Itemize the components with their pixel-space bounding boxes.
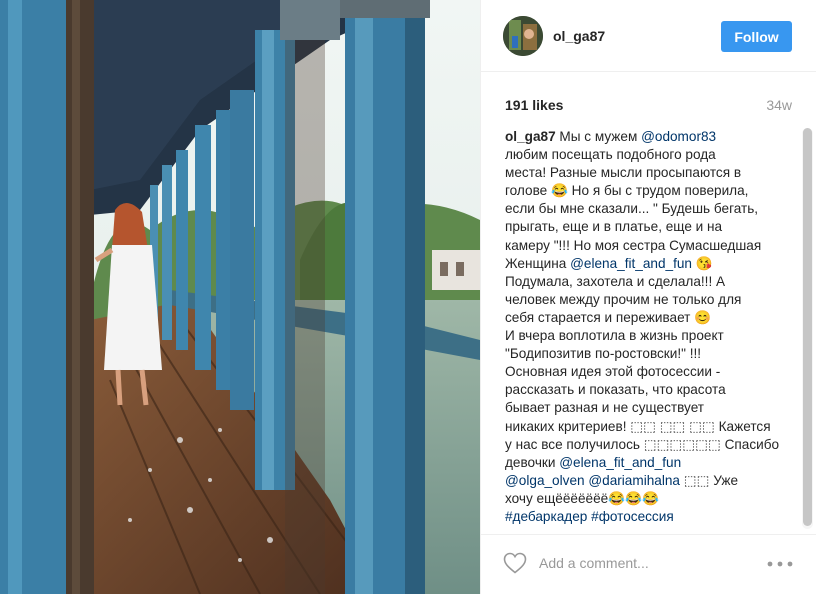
- caption-line: Основная идея этой фотосессии -: [505, 363, 795, 381]
- caption-fragment: "Бодипозитив по-ростовски!" !!!: [505, 346, 702, 362]
- post-age[interactable]: 34w: [766, 97, 792, 113]
- caption-line: @olga_olven @dariamihalna ⬚⬚ Уже: [505, 472, 795, 490]
- caption-link[interactable]: #фотосессия: [591, 509, 674, 524]
- caption-line: любим посещать подобного рода: [505, 146, 795, 164]
- avatar[interactable]: [503, 16, 543, 56]
- caption-line: прыгать, еще и в платье, еще и на: [505, 218, 795, 236]
- caption-fragment: бывает разная и не существует: [505, 400, 705, 416]
- caption-scrollbar[interactable]: [802, 128, 813, 529]
- caption-fragment: места! Разные мысли просыпаются в: [505, 165, 742, 181]
- post-photo[interactable]: [0, 0, 480, 594]
- caption-fragment: хочу ещёёёёёёё😂😂😂: [505, 490, 660, 506]
- caption-fragment: голове 😂 Но я бы с трудом поверила,: [505, 183, 749, 199]
- caption-fragment: человек между прочим не только для: [505, 291, 742, 307]
- caption-link[interactable]: #дебаркадер: [505, 509, 587, 524]
- caption-link[interactable]: @elena_fit_and_fun: [559, 455, 681, 470]
- caption-line: себя старается и переживает 😊: [505, 309, 795, 327]
- caption-fragment: Подумала, захотела и сделала!!! А: [505, 273, 726, 289]
- more-options-icon[interactable]: [767, 561, 793, 567]
- caption-fragment: никаких критериев! ⬚⬚ ⬚⬚ ⬚⬚ Кажется: [505, 418, 771, 434]
- caption-line: Женщина @elena_fit_and_fun 😘: [505, 255, 795, 273]
- username[interactable]: ol_ga87: [553, 28, 605, 44]
- likes-count[interactable]: 191 likes: [505, 97, 563, 113]
- caption-fragment: рассказать и показать, что красота: [505, 382, 726, 398]
- caption-line: никаких критериев! ⬚⬚ ⬚⬚ ⬚⬚ Кажется: [505, 418, 795, 436]
- caption-line: девочки @elena_fit_and_fun: [505, 454, 795, 472]
- caption-fragment: ⬚⬚ Уже: [679, 472, 739, 488]
- caption-line: И вчера воплотила в жизнь проект: [505, 327, 795, 345]
- caption-line: бывает разная и не существует: [505, 399, 795, 417]
- caption-line: камеру "!!! Но моя сестра Сумасшедшая: [505, 237, 795, 255]
- caption-line: рассказать и показать, что красота: [505, 381, 795, 399]
- caption-line: Подумала, захотела и сделала!!! А: [505, 273, 795, 291]
- caption-line: #дебаркадер #фотосессия: [505, 508, 795, 526]
- caption-fragment: любим посещать подобного рода: [505, 147, 716, 163]
- comment-bar: [481, 534, 816, 594]
- caption-line: места! Разные мысли просыпаются в: [505, 164, 795, 182]
- caption-fragment: 😘: [691, 255, 713, 271]
- caption-link[interactable]: @dariamihalna: [588, 473, 680, 488]
- caption-fragment: Мы с мужем: [555, 129, 642, 144]
- caption-username[interactable]: ol_ga87: [505, 129, 556, 144]
- caption-line: у нас все получилось ⬚⬚⬚⬚⬚⬚ Спасибо: [505, 436, 795, 454]
- caption-text: ol_ga87 Мы с мужем @odomor83 любим посеща…: [505, 128, 795, 526]
- follow-button[interactable]: Follow: [721, 21, 792, 52]
- caption-fragment: Основная идея этой фотосессии -: [505, 364, 721, 380]
- scrollbar-thumb[interactable]: [803, 128, 812, 526]
- caption-fragment: прыгать, еще и в платье, еще и на: [505, 219, 723, 235]
- caption-line: "Бодипозитив по-ростовски!" !!!: [505, 345, 795, 363]
- caption-fragment: девочки: [505, 454, 560, 470]
- caption-line: ol_ga87 Мы с мужем @odomor83: [505, 128, 795, 146]
- caption-link[interactable]: @odomor83: [641, 129, 716, 144]
- caption-fragment: Женщина: [505, 255, 571, 271]
- caption-fragment: камеру "!!! Но моя сестра Сумасшедшая: [505, 237, 762, 253]
- caption-line: если бы мне сказали... " Будешь бегать,: [505, 200, 795, 218]
- caption-line: человек между прочим не только для: [505, 291, 795, 309]
- heart-icon[interactable]: [503, 552, 527, 574]
- avatar-image: [503, 16, 543, 56]
- post-sidebar: ol_ga87 Follow 191 likes 34w ol_ga87 Мы …: [480, 0, 816, 594]
- caption-fragment: себя старается и переживает 😊: [505, 309, 712, 325]
- caption-link[interactable]: @olga_olven: [505, 473, 585, 488]
- post-header: ol_ga87 Follow: [481, 0, 816, 72]
- caption-link[interactable]: @elena_fit_and_fun: [570, 256, 692, 271]
- caption-area: ol_ga87 Мы с мужем @odomor83 любим посеща…: [505, 128, 795, 529]
- caption-fragment: у нас все получилось ⬚⬚⬚⬚⬚⬚ Спасибо: [505, 436, 780, 452]
- caption-fragment: И вчера воплотила в жизнь проект: [505, 328, 724, 344]
- caption-fragment: если бы мне сказали... " Будешь бегать,: [505, 201, 759, 217]
- photo-illustration: [0, 0, 480, 594]
- caption-line: хочу ещёёёёёёё😂😂😂: [505, 490, 795, 508]
- comment-input[interactable]: [539, 553, 749, 573]
- caption-line: голове 😂 Но я бы с трудом поверила,: [505, 182, 795, 200]
